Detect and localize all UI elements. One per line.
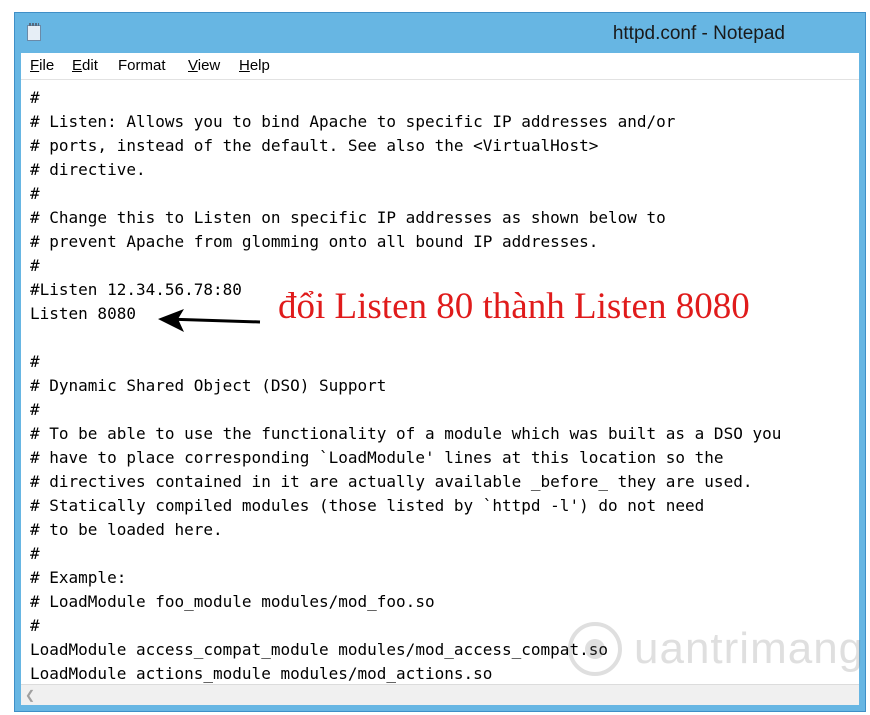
menu-bar: File Edit Format View Help	[21, 53, 859, 80]
scroll-left-arrow-icon[interactable]: ❮	[25, 688, 35, 702]
editor-line: # Listen: Allows you to bind Apache to s…	[30, 112, 676, 131]
editor-line: #	[30, 184, 40, 203]
editor-line: # Dynamic Shared Object (DSO) Support	[30, 376, 387, 395]
annotation-text: đổi Listen 80 thành Listen 8080	[278, 286, 750, 327]
editor-line: #	[30, 352, 40, 371]
editor-line: #	[30, 88, 40, 107]
notepad-window: httpd.conf - Notepad File Edit Format Vi…	[14, 12, 866, 712]
editor-line: # directive.	[30, 160, 146, 179]
window-title: httpd.conf - Notepad	[612, 23, 785, 44]
editor-line: # have to place corresponding `LoadModul…	[30, 448, 724, 467]
notepad-icon[interactable]	[27, 23, 41, 41]
watermark: uantrimang	[566, 618, 866, 680]
menu-view[interactable]: View	[188, 57, 220, 74]
editor-line: # To be able to use the functionality of…	[30, 424, 782, 443]
text-editor[interactable]: # # Listen: Allows you to bind Apache to …	[21, 80, 859, 705]
editor-line: # Example:	[30, 568, 127, 587]
editor-line: #	[30, 400, 40, 419]
menu-format[interactable]: Format	[118, 57, 166, 74]
arrow-left-icon	[158, 309, 261, 332]
editor-line: # directives contained in it are actuall…	[30, 472, 753, 491]
watermark-text: uantrimang	[634, 624, 865, 673]
title-bar[interactable]: httpd.conf - Notepad	[15, 13, 865, 53]
editor-line: # ports, instead of the default. See als…	[30, 136, 599, 155]
editor-line: #	[30, 256, 40, 275]
watermark-logo-icon	[568, 622, 622, 676]
editor-line: #	[30, 544, 40, 563]
editor-line: # Change this to Listen on specific IP a…	[30, 208, 666, 227]
editor-line: # LoadModule foo_module modules/mod_foo.…	[30, 592, 435, 611]
editor-line: #Listen 12.34.56.78:80	[30, 280, 242, 299]
editor-line: # to be loaded here.	[30, 520, 223, 539]
menu-help[interactable]: Help	[239, 57, 270, 74]
editor-line: LoadModule actions_module modules/mod_ac…	[30, 664, 493, 683]
menu-file[interactable]: File	[30, 57, 54, 74]
horizontal-scrollbar[interactable]: ❮	[21, 684, 859, 705]
menu-edit[interactable]: Edit	[72, 57, 98, 74]
editor-line: # prevent Apache from glomming onto all …	[30, 232, 599, 251]
editor-line: LoadModule access_compat_module modules/…	[30, 640, 608, 659]
editor-line: # Statically compiled modules (those lis…	[30, 496, 705, 515]
editor-line: Listen 8080	[30, 304, 136, 323]
editor-line: #	[30, 616, 40, 635]
